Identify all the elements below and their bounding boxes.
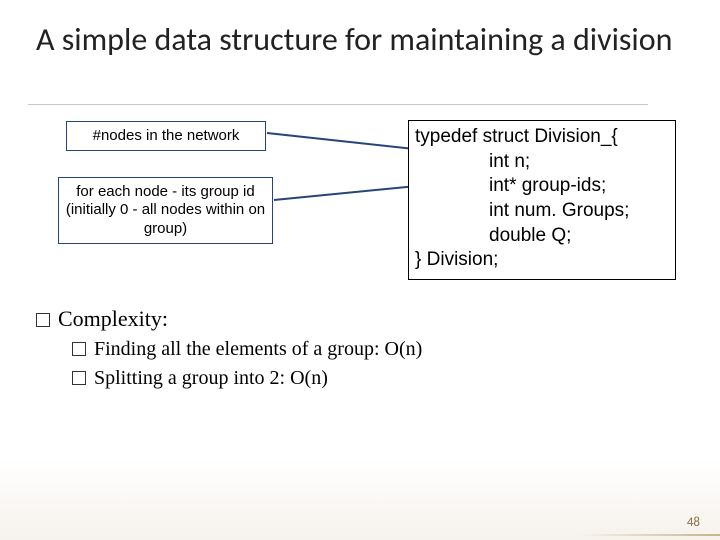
slide: A simple data structure for maintaining … bbox=[0, 0, 720, 540]
bullet-finding: Finding all the elements of a group: O(n… bbox=[72, 338, 684, 361]
annotation-groupids: for each node - its group id (initially … bbox=[58, 177, 273, 244]
code-line-5: double Q; bbox=[415, 224, 669, 249]
footer-accent bbox=[580, 534, 720, 536]
bullet-box-icon bbox=[72, 371, 86, 385]
code-line-3: int* group-ids; bbox=[415, 174, 669, 199]
bullet-list: Complexity: Finding all the elements of … bbox=[36, 306, 684, 390]
code-line-1: typedef struct Division_{ bbox=[415, 125, 669, 150]
bullet-box-icon bbox=[36, 313, 50, 327]
page-number: 48 bbox=[687, 515, 700, 530]
code-box: typedef struct Division_{ int n; int* gr… bbox=[408, 120, 676, 280]
title-underline bbox=[28, 104, 648, 105]
bullet-complexity: Complexity: bbox=[36, 306, 684, 332]
slide-title: A simple data structure for maintaining … bbox=[36, 22, 684, 58]
bullet-splitting: Splitting a group into 2: O(n) bbox=[72, 367, 684, 390]
code-line-6: } Division; bbox=[415, 248, 669, 273]
annotation-nodes: #nodes in the network bbox=[66, 121, 266, 151]
bullet-box-icon bbox=[72, 342, 86, 356]
code-line-2: int n; bbox=[415, 150, 669, 175]
code-line-4: int num. Groups; bbox=[415, 199, 669, 224]
